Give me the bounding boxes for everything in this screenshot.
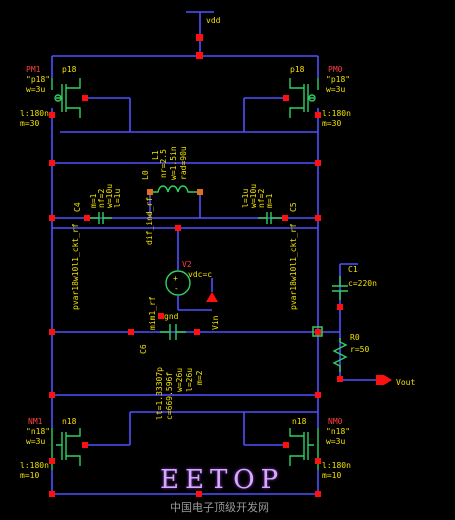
device-model: "p18": [26, 75, 50, 84]
cap-name: C1: [348, 265, 358, 274]
device-bulk: n18: [62, 417, 77, 426]
varactor-c5[interactable]: l=1u w=10u nf=2 m=1 C5 pvar18w10l1_ckt_r…: [241, 184, 298, 310]
gnd-label: gnd: [164, 312, 179, 321]
capacitor-c1[interactable]: C1 c=220n: [332, 265, 377, 310]
device-multiplier: m=10: [20, 471, 39, 480]
varactor-c4[interactable]: C4 m=1 nf=2 w=10u l=1u pvar18w10l1_ckt_r…: [71, 184, 122, 310]
device-bulk: p18: [290, 65, 305, 74]
device-bulk: n18: [292, 417, 307, 426]
pin-marker: [196, 34, 203, 41]
cap-param: lt=1.33307p: [155, 367, 164, 420]
varactor-model: pvar18w10l1_ckt_rf: [289, 223, 298, 310]
ground-symbol: [206, 292, 218, 302]
resistor-value: r=50: [350, 345, 369, 354]
nmos-nm1[interactable]: NM1 n18 "n18" w=3u l:180n m=10: [20, 417, 88, 480]
device-multiplier: m=30: [322, 119, 341, 128]
watermark-logo: EETOP: [160, 465, 285, 495]
device-length: l:180n: [20, 109, 49, 118]
schematic-canvas[interactable]: vdd PM1 "p18" p18 w=3u l:180n m=30 p18 P…: [0, 0, 455, 520]
varactor-param: m=1: [265, 193, 274, 208]
source-name: V2: [182, 260, 192, 269]
device-length: l:180n: [322, 461, 351, 470]
pmos-pm0[interactable]: p18 PM0 "p18" w=3u l:180n m=30: [283, 65, 351, 128]
device-multiplier: m=30: [20, 119, 39, 128]
varactor-name: C4: [73, 202, 82, 212]
device-length: l:180n: [322, 109, 351, 118]
source-value: vdc=c: [188, 270, 212, 279]
device-name: NM0: [328, 417, 343, 426]
pmos-pm1[interactable]: PM1 "p18" p18 w=3u l:180n m=30: [20, 65, 88, 128]
vout-label: Vout: [396, 378, 415, 387]
device-width: w=3u: [26, 85, 45, 94]
vdd-label: vdd: [206, 16, 221, 25]
minus-sign: -: [174, 284, 179, 293]
device-model: "p18": [326, 75, 350, 84]
device-name: NM1: [28, 417, 43, 426]
inductor-param: nr=2.5: [159, 149, 168, 178]
cap-param: l=26u: [185, 368, 194, 392]
inductor-name: L0: [141, 170, 150, 180]
cap-name: C6: [139, 344, 148, 354]
inductor-param: rad=90u: [179, 146, 188, 180]
device-multiplier: m=10: [322, 471, 341, 480]
cap-model: mim1_rf: [148, 296, 157, 330]
inductor-param: w=1.5in: [169, 146, 178, 180]
vout-pin[interactable]: Vout: [376, 375, 415, 387]
cap-param: m=2: [195, 370, 204, 385]
watermark-site: 中国电子顶级开发网: [170, 501, 269, 514]
device-model: "n18": [26, 427, 50, 436]
varactor-param: l=1u: [113, 189, 122, 208]
device-bulk: p18: [62, 65, 77, 74]
pin-marker: [196, 52, 203, 59]
device-width: w=3u: [326, 85, 345, 94]
mim-cap-c6[interactable]: mim1_rf gnd Vin C6 lt=1.33307p c=669.596…: [139, 296, 220, 420]
cap-value: c=220n: [348, 279, 377, 288]
device-name: PM1: [26, 65, 41, 74]
device-name: PM0: [328, 65, 343, 74]
cap-param: w=26u: [175, 368, 184, 392]
device-width: w=3u: [326, 437, 345, 446]
vin-label: Vin: [211, 315, 220, 330]
varactor-name: C5: [289, 202, 298, 212]
voltage-source-v2[interactable]: + - V2 vdc=c: [165, 260, 212, 296]
node-pins: [49, 160, 321, 497]
inductor-model: dif_ind_rf: [145, 197, 154, 245]
device-width: w=3u: [26, 437, 45, 446]
varactor-model: pvar18w10l1_ckt_rf: [71, 223, 80, 310]
device-model: "n18": [326, 427, 350, 436]
cap-param: c=669.596f: [165, 372, 174, 420]
device-length: l:180n: [20, 461, 49, 470]
plus-sign: +: [173, 274, 178, 283]
resistor-name: R0: [350, 333, 360, 342]
